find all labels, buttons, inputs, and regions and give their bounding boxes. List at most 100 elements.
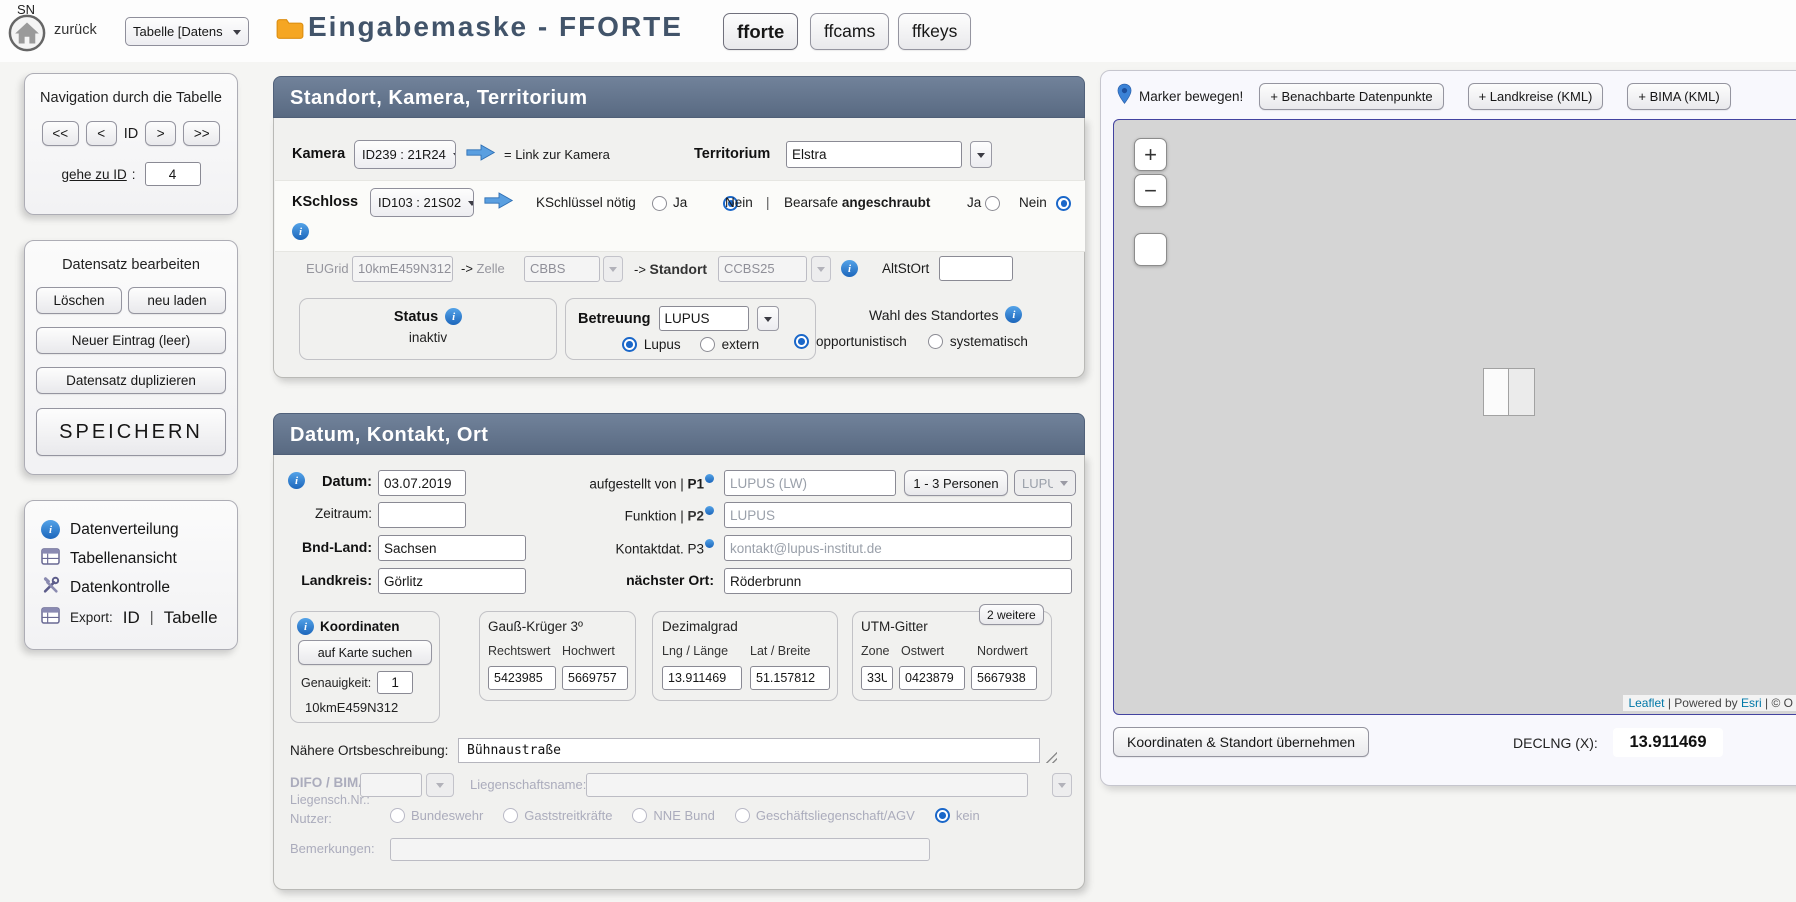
karte-suchen-button[interactable]: auf Karte suchen bbox=[298, 640, 432, 665]
save-button[interactable]: SPEICHERN bbox=[36, 408, 226, 456]
landkreise-button[interactable]: + Landkreise (KML) bbox=[1468, 83, 1604, 110]
kschloss-info-icon[interactable]: i bbox=[292, 223, 309, 240]
landkreis-input[interactable] bbox=[378, 568, 526, 594]
wahl-info-icon[interactable]: i bbox=[1005, 306, 1022, 323]
apply-coordinates-button[interactable]: Koordinaten & Standort übernehmen bbox=[1113, 727, 1369, 757]
section-datum-header: Datum, Kontakt, Ort bbox=[273, 413, 1085, 455]
betreuung-select-button[interactable] bbox=[757, 306, 779, 331]
nutzer-bundeswehr-radio[interactable] bbox=[390, 808, 405, 823]
tab-ffcams[interactable]: ffcams bbox=[810, 13, 889, 50]
home-icon bbox=[8, 39, 46, 56]
betreuung-extern-radio[interactable] bbox=[700, 337, 715, 352]
kamera-link-hint: = Link zur Kamera bbox=[504, 147, 610, 162]
info-icon: i bbox=[41, 520, 60, 539]
map-extra-control-button[interactable] bbox=[1134, 233, 1167, 266]
p3-input[interactable] bbox=[724, 535, 1072, 561]
tab-ffkeys[interactable]: ffkeys bbox=[898, 13, 971, 50]
link-tabellenansicht[interactable]: Tabellenansicht bbox=[41, 544, 237, 573]
delete-button[interactable]: Löschen bbox=[36, 287, 122, 314]
map-marker-placeholder[interactable] bbox=[1483, 368, 1509, 416]
wahl-opportunistisch-radio[interactable] bbox=[794, 334, 809, 349]
link-datenkontrolle[interactable]: Datenkontrolle bbox=[41, 573, 237, 602]
export-table-link[interactable]: Tabelle bbox=[164, 608, 218, 628]
zeitraum-input[interactable] bbox=[378, 502, 466, 528]
map-canvas[interactable]: + − Leaflet | Powered by Esri | © O bbox=[1113, 119, 1796, 715]
genauigkeit-input[interactable] bbox=[377, 671, 413, 694]
bndland-input[interactable] bbox=[378, 535, 526, 561]
map-panel: Marker bewegen! + Benachbarte Datenpunkt… bbox=[1100, 70, 1796, 786]
nutzer-nne-bund-radio[interactable] bbox=[632, 808, 647, 823]
nordwert-header: Nordwert bbox=[977, 644, 1028, 658]
resize-grip-icon[interactable] bbox=[1044, 750, 1057, 763]
ortsbeschreibung-textarea[interactable]: Bühnaustraße bbox=[458, 738, 1040, 763]
rechtswert-input[interactable] bbox=[488, 666, 556, 690]
bima-button[interactable]: + BIMA (KML) bbox=[1627, 83, 1730, 110]
hochwert-input[interactable] bbox=[562, 666, 628, 690]
nav-last-button[interactable]: >> bbox=[183, 121, 220, 146]
betreuung-input[interactable] bbox=[659, 306, 749, 331]
datum-input[interactable] bbox=[378, 470, 466, 496]
difo-label: DIFO / BIMA bbox=[290, 775, 368, 790]
p2-input[interactable] bbox=[724, 502, 1072, 528]
map-zoom-control: + − bbox=[1134, 138, 1167, 266]
esri-link[interactable]: Esri bbox=[1741, 696, 1762, 710]
table-select[interactable]: Tabelle [Datens bbox=[125, 17, 249, 46]
zone-input[interactable] bbox=[861, 666, 893, 690]
nav-next-button[interactable]: > bbox=[145, 121, 176, 146]
more-coords-button[interactable]: 2 weitere bbox=[979, 604, 1044, 625]
goto-id-link[interactable]: gehe zu ID bbox=[61, 167, 126, 182]
datenpunkte-button[interactable]: + Benachbarte Datenpunkte bbox=[1259, 83, 1443, 110]
goto-id-input[interactable] bbox=[145, 162, 201, 186]
territorium-input[interactable] bbox=[786, 141, 962, 168]
wahl-systematisch-label: systematisch bbox=[950, 334, 1028, 349]
betreuung-lupus-radio[interactable] bbox=[622, 337, 637, 352]
tab-fforte[interactable]: fforte bbox=[723, 13, 798, 50]
export-separator: | bbox=[150, 609, 154, 626]
declng-label: DECLNG (X): bbox=[1513, 735, 1598, 751]
leaflet-link[interactable]: Leaflet bbox=[1628, 696, 1664, 710]
link-datenverteilung[interactable]: i Datenverteilung bbox=[41, 515, 237, 544]
nutzer-gaststreitkraefte-radio[interactable] bbox=[503, 808, 518, 823]
lat-input[interactable] bbox=[750, 666, 830, 690]
back-link[interactable]: zurück bbox=[54, 22, 97, 38]
export-id-link[interactable]: ID bbox=[123, 608, 140, 628]
nutzer-kein-radio[interactable] bbox=[935, 808, 950, 823]
ostwert-input[interactable] bbox=[899, 666, 965, 690]
nutzer-label: Nutzer: bbox=[290, 811, 332, 826]
home-button[interactable] bbox=[8, 14, 46, 57]
nav-first-button[interactable]: << bbox=[42, 121, 79, 146]
eugrid-info-icon[interactable]: i bbox=[841, 260, 858, 277]
zoom-in-button[interactable]: + bbox=[1134, 138, 1167, 171]
kschloss-select[interactable]: ID103 : 21S02 bbox=[370, 188, 474, 217]
altstort-input[interactable] bbox=[939, 256, 1013, 281]
territorium-select-button[interactable] bbox=[970, 141, 992, 168]
reload-button[interactable]: neu laden bbox=[128, 287, 226, 314]
nordwert-input[interactable] bbox=[971, 666, 1037, 690]
p1-input[interactable] bbox=[724, 470, 896, 496]
edit-title: Datensatz bearbeiten bbox=[36, 257, 226, 273]
status-info-icon[interactable]: i bbox=[445, 308, 462, 325]
app-window: SN zurück Tabelle [Datens Eingabemaske -… bbox=[0, 0, 1796, 902]
new-entry-button[interactable]: Neuer Eintrag (leer) bbox=[36, 327, 226, 354]
koordinaten-info-icon[interactable]: i bbox=[297, 618, 314, 635]
info-sup-icon[interactable] bbox=[705, 539, 714, 548]
page-title: Eingabemaske - FFORTE bbox=[308, 11, 683, 43]
lng-input[interactable] bbox=[662, 666, 742, 690]
info-sup-icon[interactable] bbox=[705, 474, 714, 483]
ort-label: nächster Ort: bbox=[514, 572, 714, 588]
goto-colon: : bbox=[132, 167, 136, 182]
lat-header: Lat / Breite bbox=[750, 644, 810, 658]
nutzer-geschaeftsliegenschaft-radio[interactable] bbox=[735, 808, 750, 823]
duplicate-button[interactable]: Datensatz duplizieren bbox=[36, 367, 226, 394]
info-sup-icon[interactable] bbox=[705, 506, 714, 515]
kamera-select[interactable]: ID239 : 21R24 bbox=[354, 140, 456, 169]
personen-button[interactable]: 1 - 3 Personen bbox=[904, 470, 1008, 496]
wahl-systematisch-radio[interactable] bbox=[928, 334, 943, 349]
rechtswert-header: Rechtswert bbox=[488, 644, 551, 658]
nav-prev-button[interactable]: < bbox=[86, 121, 117, 146]
genauigkeit-label: Genauigkeit: bbox=[301, 676, 371, 690]
chevron-down-icon bbox=[977, 153, 985, 162]
map-marker-placeholder[interactable] bbox=[1509, 368, 1535, 416]
ort-input[interactable] bbox=[724, 568, 1072, 594]
zoom-out-button[interactable]: − bbox=[1134, 174, 1167, 207]
